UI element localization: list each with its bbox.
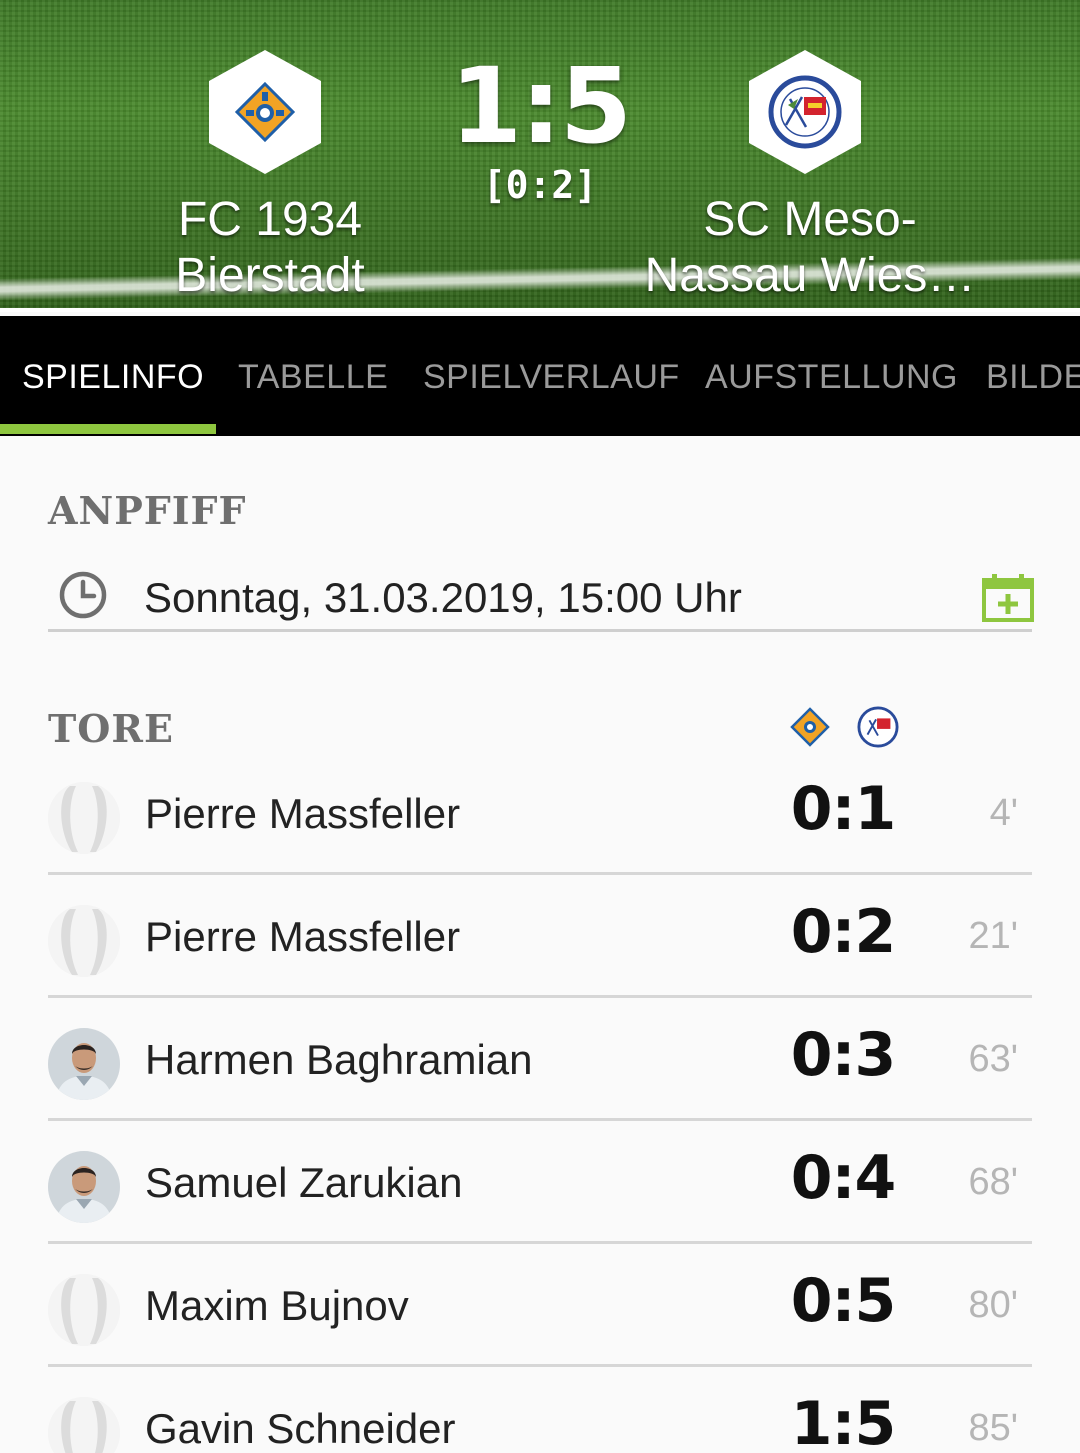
- player-photo: [48, 1151, 120, 1223]
- goal-score: 0:2: [790, 897, 897, 967]
- goal-minute: 21': [968, 915, 1018, 957]
- goal-row[interactable]: Samuel Zarukian 0:4 68': [48, 1121, 1032, 1244]
- tab-spielverlauf[interactable]: SPIELVERLAUF: [423, 316, 680, 436]
- active-tab-indicator: [0, 424, 216, 434]
- match-header: 1:5 [0:2] FC 1934 Bierstadt SC Meso- Nas…: [0, 0, 1080, 312]
- goal-minute: 85': [968, 1407, 1018, 1449]
- player-photo: [48, 1028, 120, 1100]
- player-avatar-placeholder: [48, 905, 120, 977]
- tab-spielinfo[interactable]: SPIELINFO: [22, 316, 204, 436]
- add-to-calendar-icon[interactable]: [982, 574, 1034, 622]
- final-score: 1:5: [449, 45, 632, 167]
- goal-minute: 68': [968, 1161, 1018, 1203]
- away-crest-icon: [768, 75, 842, 149]
- player-avatar-placeholder: [48, 1397, 120, 1453]
- player-name[interactable]: Pierre Massfeller: [145, 913, 460, 961]
- away-team-logo[interactable]: [749, 50, 861, 174]
- goal-row[interactable]: Maxim Bujnov 0:5 80': [48, 1244, 1032, 1367]
- player-silhouette-icon: [48, 1274, 120, 1346]
- player-name[interactable]: Pierre Massfeller: [145, 790, 460, 838]
- goal-score: 0:4: [790, 1143, 897, 1213]
- player-photo-icon: [48, 1028, 120, 1100]
- goal-row[interactable]: Gavin Schneider 1:5 85': [48, 1367, 1032, 1453]
- clock-icon: [59, 571, 107, 619]
- goal-minute: 63': [968, 1038, 1018, 1080]
- player-photo-icon: [48, 1151, 120, 1223]
- header-divider: [0, 308, 1080, 312]
- goal-minute: 4': [989, 792, 1018, 834]
- section-title-tore: TORE: [48, 706, 174, 751]
- tab-aufstellung[interactable]: AUFSTELLUNG: [705, 316, 958, 436]
- player-avatar-placeholder: [48, 782, 120, 854]
- goal-score: 0:1: [790, 774, 897, 844]
- player-name[interactable]: Gavin Schneider: [145, 1405, 456, 1453]
- player-name[interactable]: Maxim Bujnov: [145, 1282, 409, 1330]
- home-crest-icon: [234, 81, 296, 143]
- goal-minute: 80': [968, 1284, 1018, 1326]
- section-title-anpfiff: ANPFIFF: [48, 488, 247, 533]
- tab-bilder[interactable]: BILDE: [986, 316, 1080, 436]
- home-team-name[interactable]: FC 1934 Bierstadt: [90, 192, 450, 304]
- home-crest-icon: [790, 707, 830, 747]
- goal-score: 0:3: [790, 1020, 897, 1090]
- player-silhouette-icon: [48, 1397, 120, 1453]
- player-silhouette-icon: [48, 782, 120, 854]
- away-team-name[interactable]: SC Meso- Nassau Wies…: [630, 192, 990, 304]
- home-mini-logo: [789, 706, 831, 748]
- tab-tabelle[interactable]: TABELLE: [238, 316, 388, 436]
- player-silhouette-icon: [48, 905, 120, 977]
- kickoff-row: Sonntag, 31.03.2019, 15:00 Uhr: [48, 560, 1034, 632]
- halftime-score: [0:2]: [482, 163, 598, 207]
- goal-row[interactable]: Harmen Baghramian 0:3 63': [48, 998, 1032, 1121]
- away-crest-icon: [857, 706, 899, 748]
- player-name[interactable]: Harmen Baghramian: [145, 1036, 533, 1084]
- home-team-logo[interactable]: [209, 50, 321, 174]
- goal-score: 0:5: [790, 1266, 897, 1336]
- player-avatar-placeholder: [48, 1274, 120, 1346]
- kickoff-datetime: Sonntag, 31.03.2019, 15:00 Uhr: [144, 574, 742, 621]
- goal-row[interactable]: Pierre Massfeller 0:2 21': [48, 875, 1032, 998]
- goal-row[interactable]: Pierre Massfeller 0:1 4': [48, 752, 1032, 875]
- player-name[interactable]: Samuel Zarukian: [145, 1159, 462, 1207]
- away-mini-logo: [857, 706, 899, 748]
- goal-score: 1:5: [790, 1389, 897, 1453]
- tab-bar: SPIELINFO TABELLE SPIELVERLAUF AUFSTELLU…: [0, 316, 1080, 436]
